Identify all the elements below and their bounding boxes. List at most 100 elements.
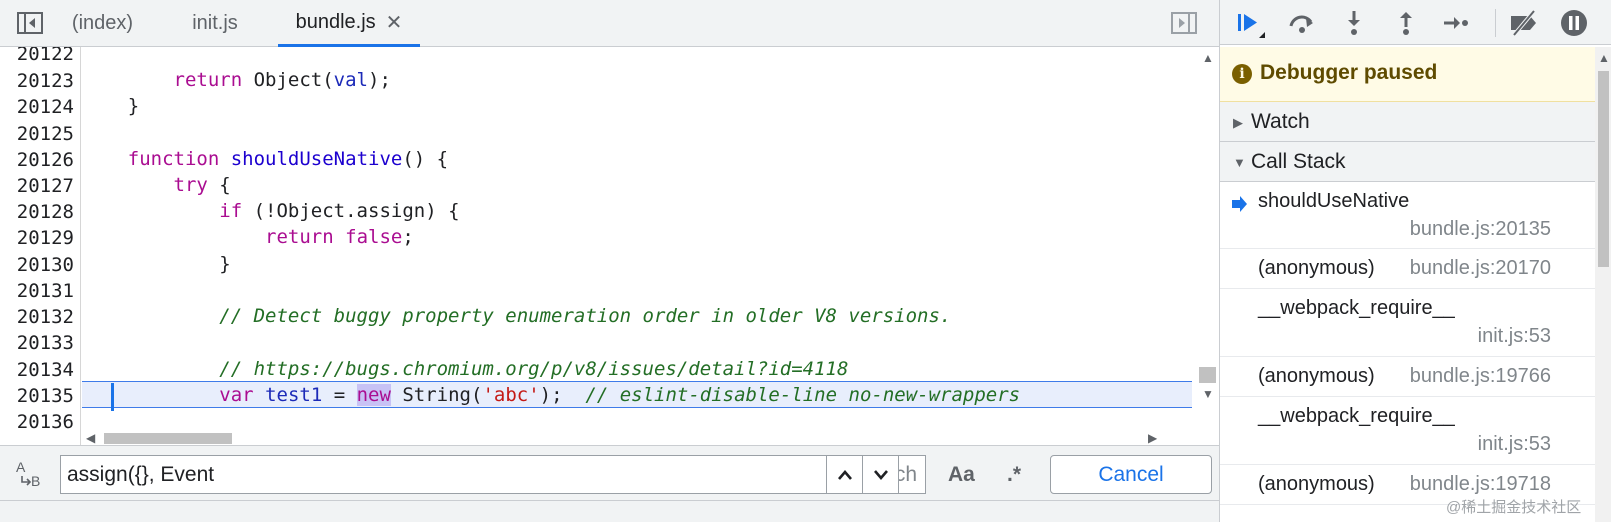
deactivate-breakpoints-button[interactable] [1508, 7, 1540, 39]
frame-location[interactable]: bundle.js:20170 [1410, 257, 1551, 280]
tab-index[interactable]: (index) [60, 0, 145, 47]
call-frame-selected[interactable]: shouldUseNative bundle.js:20135 [1220, 183, 1595, 249]
step-out-icon [1400, 12, 1412, 35]
tab-label: init.js [192, 12, 238, 34]
call-stack-list: shouldUseNative bundle.js:20135 (anonymo… [1220, 183, 1595, 522]
execution-line: var test1 = new String('abc'); // eslint… [82, 381, 1192, 408]
line-number[interactable]: 20129 [0, 225, 74, 252]
replace-toggle-icon[interactable]: AB [14, 458, 46, 490]
line-number[interactable]: 20130 [0, 252, 74, 279]
keyword: try [173, 174, 208, 196]
line-number[interactable]: 20123 [0, 68, 74, 95]
frame-name: (anonymous) [1258, 365, 1375, 387]
line-number-gutter[interactable]: 20122 20123 20124 20125 20126 20127 2012… [0, 47, 81, 445]
tab-bundle-js[interactable]: bundle.js ✕ [278, 0, 420, 47]
step-out-button[interactable] [1390, 7, 1422, 39]
function-name: shouldUseNative [230, 148, 403, 170]
keyword: function [127, 148, 220, 170]
step-into-button[interactable] [1338, 7, 1370, 39]
step-into-icon [1348, 11, 1360, 35]
regex-toggle[interactable]: .* [1007, 455, 1021, 494]
watch-section-header[interactable]: ▶ Watch [1220, 102, 1595, 142]
code-text: } [127, 95, 140, 117]
search-highlight: new [356, 384, 391, 406]
call-frame[interactable]: (anonymous) bundle.js:20170 [1220, 249, 1595, 289]
line-number[interactable]: 20122 [0, 47, 74, 68]
line-number[interactable]: 20131 [0, 278, 74, 305]
tab-init-js[interactable]: init.js [175, 0, 255, 47]
pause-on-exceptions-button[interactable] [1558, 7, 1590, 39]
pause-icon [1561, 10, 1587, 36]
step-over-button[interactable] [1286, 7, 1318, 39]
line-number[interactable]: 20135 [0, 383, 74, 410]
editor-vertical-scrollbar[interactable]: ▲ ▼ [1196, 47, 1219, 431]
code-line: } [82, 251, 1192, 278]
code-text: ); [539, 384, 586, 406]
scroll-down-arrow-icon[interactable]: ▼ [1202, 387, 1214, 401]
cancel-button[interactable]: Cancel [1050, 455, 1212, 494]
line-number[interactable]: 20134 [0, 357, 74, 384]
code-area[interactable]: 20122 20123 20124 20125 20126 20127 2012… [0, 47, 1219, 445]
code-comment: // Detect buggy property enumeration ord… [219, 305, 952, 327]
scroll-up-arrow-icon[interactable]: ▲ [1598, 51, 1610, 65]
scroll-up-arrow-icon[interactable]: ▲ [1202, 51, 1214, 65]
deactivate-breakpoints-icon [1511, 9, 1536, 37]
previous-match-button[interactable] [826, 455, 863, 494]
frame-location[interactable]: init.js:53 [1478, 433, 1551, 456]
scroll-thumb[interactable] [104, 433, 232, 444]
scroll-thumb[interactable] [1199, 367, 1216, 383]
resume-button[interactable] [1234, 7, 1266, 39]
frame-location[interactable]: bundle.js:20135 [1410, 218, 1551, 241]
code-line: function shouldUseNative() { [82, 146, 1192, 173]
debugger-sidebar: i Debugger paused ▶ Watch ▼ Call Stack s… [1219, 0, 1611, 522]
line-number[interactable]: 20126 [0, 147, 74, 174]
frame-name: (anonymous) [1258, 257, 1375, 279]
code-text: ); [368, 69, 391, 91]
frame-location[interactable]: bundle.js:19766 [1410, 365, 1551, 388]
keyword: var [219, 384, 254, 406]
step-icon [1444, 17, 1468, 29]
line-number[interactable]: 20127 [0, 173, 74, 200]
next-match-button[interactable] [862, 455, 899, 494]
frame-location[interactable]: init.js:53 [1478, 325, 1551, 348]
line-number[interactable]: 20125 [0, 121, 74, 148]
line-number[interactable]: 20136 [0, 409, 74, 436]
code-comment: // https://bugs.chromium.org/p/v8/issues… [219, 358, 849, 380]
editor-horizontal-scrollbar[interactable]: ◀ ▶ [82, 431, 1192, 445]
code-line: // https://bugs.chromium.org/p/v8/issues… [82, 356, 1192, 383]
keyword: false [345, 226, 403, 248]
line-number[interactable]: 20133 [0, 330, 74, 357]
line-number[interactable]: 20128 [0, 199, 74, 226]
line-number[interactable]: 20132 [0, 304, 74, 331]
search-field[interactable]: 1 match [60, 455, 926, 494]
svg-text:B: B [31, 473, 40, 489]
variable: test1 [265, 384, 323, 406]
editor-tab-bar: (index) init.js bundle.js ✕ [0, 0, 1219, 47]
section-title: Watch [1251, 110, 1310, 133]
code-line: // Detect buggy property enumeration ord… [82, 303, 1192, 330]
code-text: () { [402, 148, 449, 170]
call-frame[interactable]: (anonymous) bundle.js:19766 [1220, 357, 1595, 397]
search-input[interactable] [67, 460, 747, 489]
toggle-debugger-sidebar-icon[interactable] [1170, 9, 1198, 37]
code-text: = [322, 384, 357, 406]
scroll-right-arrow-icon[interactable]: ▶ [1148, 431, 1157, 445]
step-button[interactable] [1440, 7, 1472, 39]
line-number[interactable]: 20124 [0, 94, 74, 121]
sidebar-scrollbar[interactable]: ▲ [1595, 47, 1611, 522]
call-stack-section-header[interactable]: ▼ Call Stack [1220, 142, 1595, 182]
chevron-down-icon [873, 469, 888, 480]
match-case-toggle[interactable]: Aa [948, 455, 975, 494]
variable: val [333, 69, 368, 91]
call-frame[interactable]: __webpack_require__ init.js:53 [1220, 289, 1595, 357]
code-lines[interactable]: return Object(val); } function shouldUse… [82, 47, 1192, 431]
scroll-thumb[interactable] [1598, 71, 1609, 267]
frame-name: __webpack_require__ [1258, 405, 1455, 427]
scroll-left-arrow-icon[interactable]: ◀ [86, 431, 95, 445]
call-frame[interactable]: __webpack_require__ init.js:53 [1220, 397, 1595, 465]
code-line: if (!Object.assign) { [82, 198, 1192, 225]
toggle-navigator-icon[interactable] [16, 9, 44, 37]
frame-location[interactable]: bundle.js:19718 [1410, 473, 1551, 496]
close-icon[interactable]: ✕ [386, 10, 403, 35]
code-text: ; [402, 226, 414, 248]
